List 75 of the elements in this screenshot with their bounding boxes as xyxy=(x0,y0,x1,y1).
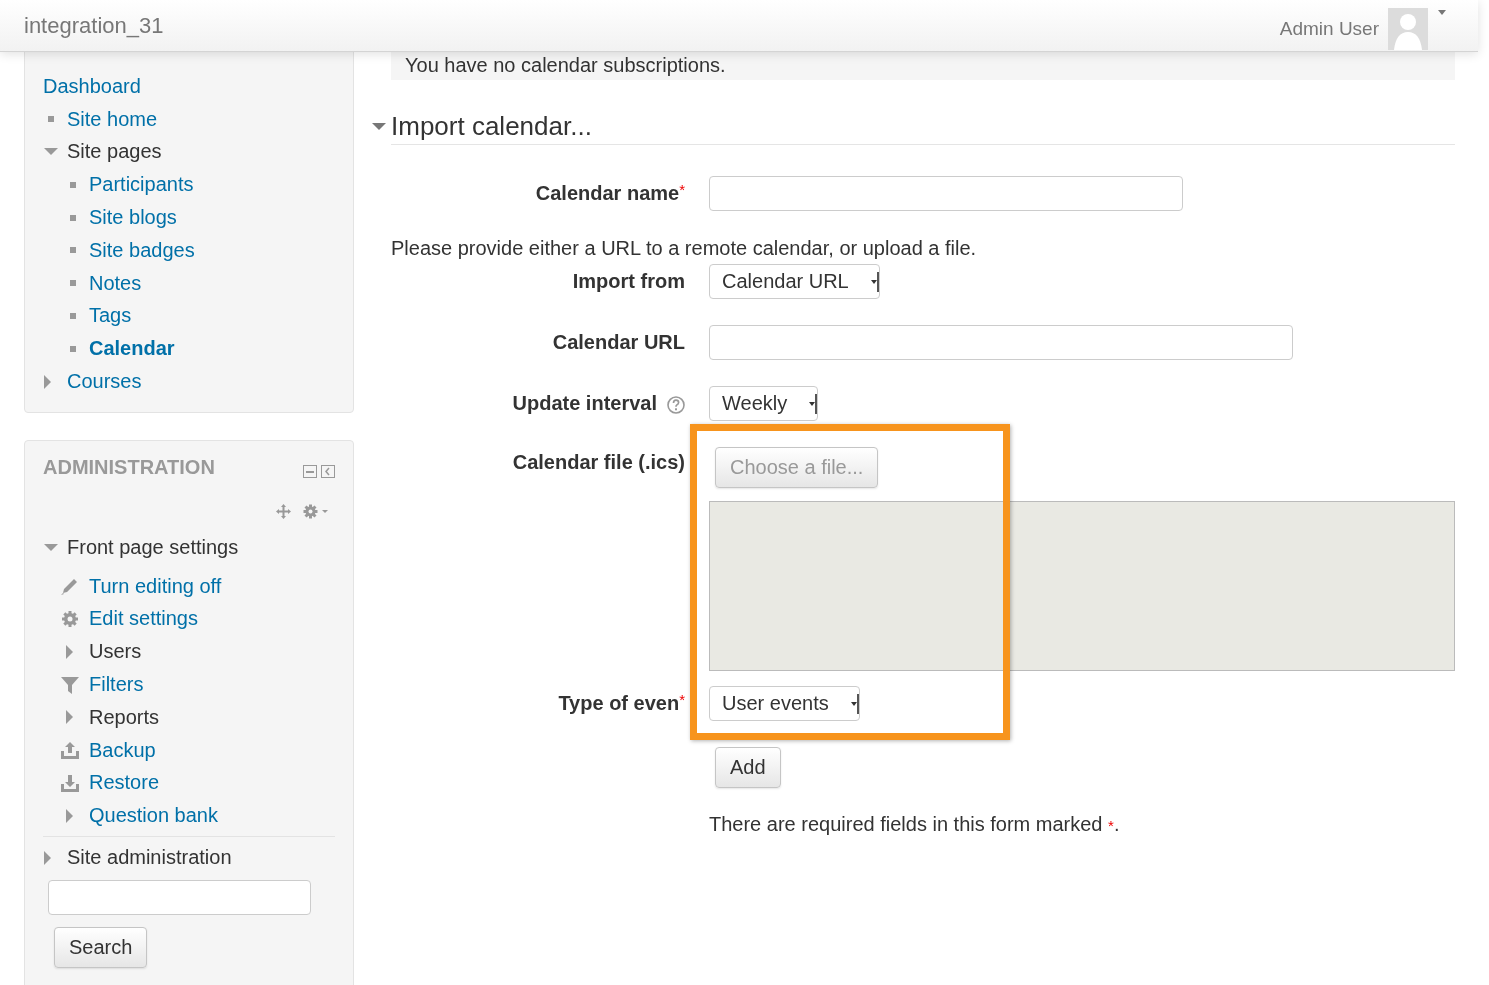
field-label: Import from xyxy=(572,269,685,294)
bullet-icon[interactable] xyxy=(70,280,76,287)
nav-link[interactable]: Edit settings xyxy=(89,607,198,631)
search-field[interactable] xyxy=(48,879,311,915)
nav-item[interactable]: Reports xyxy=(89,705,160,729)
bullet-icon[interactable] xyxy=(70,181,76,188)
nav-link[interactable]: Notes xyxy=(89,271,142,295)
notice-text: You have no calendar subscriptions. xyxy=(405,54,726,76)
nav-link[interactable]: Tags xyxy=(89,304,132,328)
required-mark: * xyxy=(679,690,685,710)
download-icon[interactable] xyxy=(61,773,79,792)
field-label: Calendar URL xyxy=(552,330,685,355)
search-button[interactable]: Search xyxy=(54,926,148,968)
caret-down-icon xyxy=(870,272,879,292)
field-label: Calendar name xyxy=(535,181,680,206)
caret-right-icon[interactable] xyxy=(66,644,73,659)
required-mark: * xyxy=(679,180,685,200)
nav-link[interactable]: Site blogs xyxy=(89,206,177,230)
nav-link[interactable]: Turn editing off xyxy=(89,574,222,598)
nav-item[interactable]: Site pages xyxy=(67,140,162,164)
help-icon[interactable] xyxy=(667,396,685,414)
nav-link[interactable]: Courses xyxy=(67,370,142,394)
bullet-icon[interactable] xyxy=(70,345,76,352)
dock-icon[interactable] xyxy=(321,464,335,478)
dropdown[interactable]: Weekly xyxy=(709,386,819,421)
caret-right-icon[interactable] xyxy=(66,808,73,823)
avatar-icon[interactable] xyxy=(1388,7,1428,50)
field-label: Update interval xyxy=(512,391,657,416)
file-drop-area[interactable] xyxy=(709,501,1455,671)
panel-title: ADMINISTRATION xyxy=(43,455,215,479)
choose-file-button[interactable]: Choose a file... xyxy=(715,447,879,488)
nav-item[interactable]: Site administration xyxy=(67,846,232,870)
caret-right-icon[interactable] xyxy=(44,374,51,389)
user-name[interactable]: Admin User xyxy=(1279,17,1379,40)
gear-menu-icon[interactable] xyxy=(303,503,329,519)
required-fields-note: There are required fields in this form marked *. xyxy=(709,812,1120,837)
bullet-icon[interactable] xyxy=(70,247,76,254)
nav-link[interactable]: Backup xyxy=(89,738,156,762)
form-note: Please provide either a URL to a remote calendar, or upload a file. xyxy=(391,237,978,261)
input-field[interactable] xyxy=(709,325,1293,360)
nav-link[interactable]: Restore xyxy=(89,771,160,795)
caret-right-icon[interactable] xyxy=(44,850,51,865)
field-label: Type of even xyxy=(558,691,680,716)
caret-down-icon[interactable] xyxy=(44,543,58,551)
field-label: Calendar file (.ics) xyxy=(512,450,685,475)
nav-link[interactable]: Site badges xyxy=(89,238,195,262)
caret-down-icon[interactable] xyxy=(1438,10,1446,15)
nav-item[interactable]: Front page settings xyxy=(67,535,239,559)
caret-down-icon xyxy=(809,394,818,414)
dropdown[interactable]: User events xyxy=(709,686,860,721)
minimize-icon[interactable] xyxy=(303,464,317,478)
gear-icon[interactable] xyxy=(61,610,79,628)
move-icon[interactable] xyxy=(276,503,291,519)
pencil-icon[interactable] xyxy=(61,577,79,596)
caret-down-icon xyxy=(850,694,859,714)
nav-link[interactable]: Filters xyxy=(89,673,144,697)
filter-icon[interactable] xyxy=(61,675,79,694)
nav-link[interactable]: Participants xyxy=(89,173,194,197)
caret-down-icon[interactable] xyxy=(372,122,386,130)
nav-link[interactable]: Site home xyxy=(67,107,158,131)
nav-item[interactable]: Users xyxy=(89,640,142,664)
site-name[interactable]: integration_31 xyxy=(24,12,164,39)
nav-link[interactable]: Question bank xyxy=(89,804,218,828)
add-button[interactable]: Add xyxy=(715,747,781,788)
upload-icon[interactable] xyxy=(61,741,79,760)
caret-right-icon[interactable] xyxy=(66,710,73,725)
bullet-icon[interactable] xyxy=(70,214,76,221)
input-field[interactable] xyxy=(709,176,1183,211)
nav-link[interactable]: Calendar xyxy=(89,337,175,361)
dropdown[interactable]: Calendar URL xyxy=(709,264,880,299)
caret-down-icon[interactable] xyxy=(44,148,58,156)
bullet-icon[interactable] xyxy=(48,116,54,123)
bullet-icon[interactable] xyxy=(70,312,76,319)
nav-link[interactable]: Dashboard xyxy=(43,74,141,98)
section-title[interactable]: Import calendar... xyxy=(391,110,592,142)
